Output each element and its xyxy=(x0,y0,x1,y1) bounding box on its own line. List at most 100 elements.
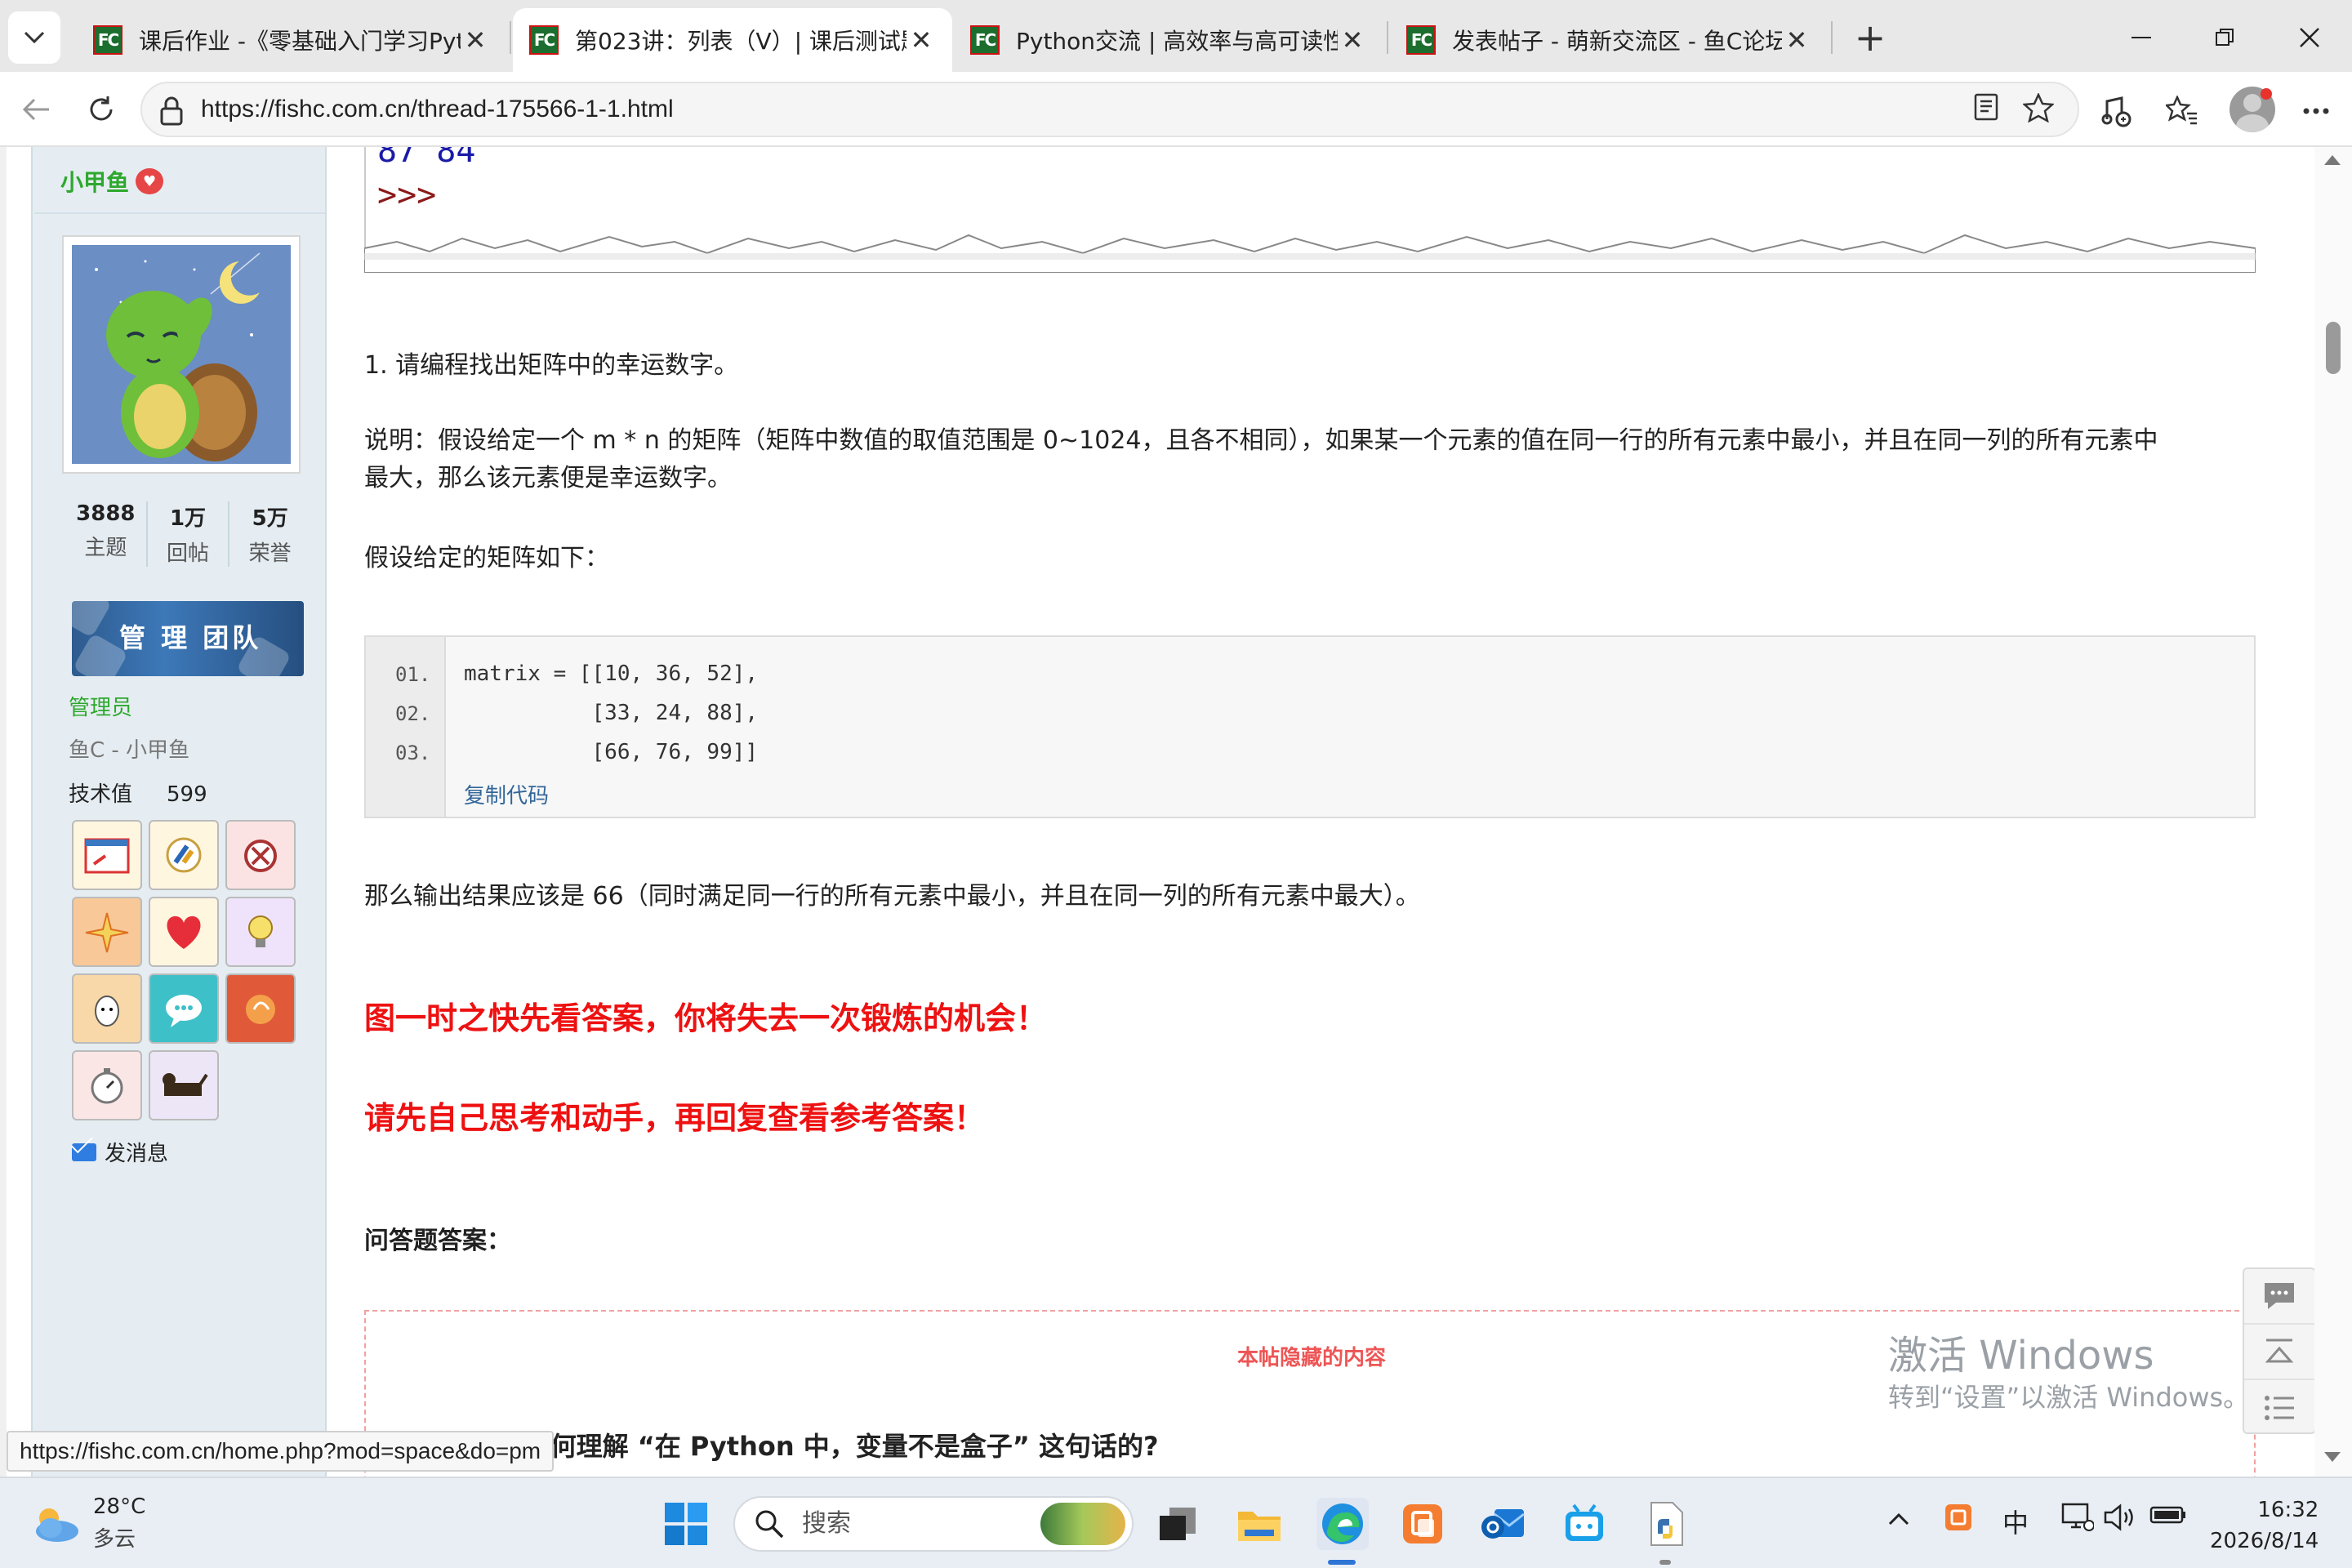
system-clock[interactable]: 16:32 2026/8/14 xyxy=(2210,1494,2319,1557)
tab-title: 课后作业 -《零基础入门学习Pyth xyxy=(139,28,461,55)
medal-heart-icon[interactable] xyxy=(149,897,219,967)
medal-lightbulb-icon[interactable] xyxy=(225,897,296,967)
code-block[interactable]: 01. 02. 03. matrix = [[10, 36, 52], [33,… xyxy=(364,635,2256,818)
author-avatar[interactable] xyxy=(62,235,301,474)
question-description-line2: 最大，那么该元素便是幸运数字。 xyxy=(364,464,732,492)
python-file-icon xyxy=(1650,1502,1683,1546)
battery-button[interactable] xyxy=(2149,1503,2187,1534)
minimize-button[interactable] xyxy=(2109,11,2174,64)
stat-topics[interactable]: 3888 主题 xyxy=(65,501,148,567)
tab-homework[interactable]: FC 课后作业 -《零基础入门学习Pyth ✕ xyxy=(77,8,506,72)
fishc-favicon-icon: FC xyxy=(1406,25,1436,55)
new-tab-button[interactable]: + xyxy=(1847,15,1893,60)
network-icon xyxy=(2061,1503,2095,1531)
close-icon[interactable]: ✕ xyxy=(906,24,936,56)
outlook-icon xyxy=(1481,1509,1525,1539)
send-message-link[interactable]: 发消息 xyxy=(72,1137,168,1167)
back-to-top-button[interactable] xyxy=(2244,1325,2314,1380)
code-line: [33, 24, 88], xyxy=(464,701,759,725)
envelope-icon xyxy=(72,1143,96,1161)
start-button[interactable] xyxy=(660,1498,712,1550)
more-menu-icon[interactable] xyxy=(2292,87,2341,136)
active-app-indicator xyxy=(1328,1560,1356,1565)
stat-replies[interactable]: 1万 回帖 xyxy=(148,501,230,567)
send-message-text: 发消息 xyxy=(105,1142,169,1166)
favorite-star-icon[interactable] xyxy=(2020,91,2056,129)
reader-mode-icon[interactable] xyxy=(1968,93,2004,129)
torn-edge-divider xyxy=(364,234,2256,273)
medal-python-icon[interactable] xyxy=(149,820,219,890)
taskbar-search[interactable]: 搜索 xyxy=(733,1496,1134,1552)
back-button[interactable] xyxy=(11,85,60,134)
clock-time: 16:32 xyxy=(2257,1498,2319,1522)
fishc-favicon-icon: FC xyxy=(970,25,1000,55)
page-scrollbar[interactable] xyxy=(2314,147,2352,1477)
tech-value-label: 技术值 xyxy=(69,782,133,807)
tab-lesson-023[interactable]: FC 第023讲：列表（V）| 课后测试题 ✕ xyxy=(513,8,952,72)
page-edge xyxy=(0,147,7,1477)
search-icon xyxy=(755,1510,784,1539)
office-button[interactable] xyxy=(1396,1498,1449,1550)
medal-chat-icon[interactable] xyxy=(149,973,219,1044)
tab-python-exchange[interactable]: FC Python交流 | 高效率与高可读性的 ✕ xyxy=(954,8,1383,72)
medal-note-icon[interactable] xyxy=(72,820,142,890)
arrow-left-icon xyxy=(22,98,49,121)
weather-widget[interactable]: 28°C 多云 xyxy=(29,1494,145,1552)
floating-toolbar xyxy=(2243,1267,2316,1434)
tab-separator xyxy=(1387,21,1388,54)
bilibili-button[interactable] xyxy=(1558,1498,1610,1550)
medal-shield-icon[interactable] xyxy=(225,820,296,890)
python-idle-button[interactable] xyxy=(1640,1498,1692,1550)
close-icon[interactable]: ✕ xyxy=(461,24,490,56)
outlook-button[interactable] xyxy=(1477,1498,1529,1550)
comment-button[interactable] xyxy=(2244,1269,2314,1325)
code-line: matrix = [[10, 36, 52], xyxy=(464,662,759,686)
post-content: 87 84 >>> 1. 请编程找出矩阵中的幸运数字。 说明：假设给定一个 m … xyxy=(364,147,2256,1477)
media-control-icon[interactable] xyxy=(2092,87,2141,136)
medal-egg-icon[interactable] xyxy=(72,973,142,1044)
thread-list-button[interactable] xyxy=(2244,1380,2314,1436)
author-role[interactable]: 管理员 xyxy=(69,691,132,721)
clock-date: 2026/8/14 xyxy=(2210,1529,2319,1553)
stat-honor[interactable]: 5万 荣誉 xyxy=(229,501,310,567)
medal-fire-icon[interactable] xyxy=(225,973,296,1044)
medal-cat-icon[interactable] xyxy=(149,1050,219,1120)
hex-decoration xyxy=(72,601,113,639)
network-button[interactable] xyxy=(2061,1503,2095,1539)
line-number: 03. xyxy=(395,742,431,764)
tab-new-post[interactable]: FC 发表帖子 - 萌新交流区 - 鱼C论坛 ✕ xyxy=(1390,8,1828,72)
scrollbar-thumb[interactable] xyxy=(2326,322,2341,374)
omnibox[interactable]: https://fishc.com.cn/thread-175566-1-1.h… xyxy=(140,82,2079,137)
restore-button[interactable] xyxy=(2192,11,2257,64)
scroll-up-arrow-icon[interactable] xyxy=(2323,152,2342,167)
search-highlight-image xyxy=(1040,1503,1125,1545)
edge-browser-button[interactable] xyxy=(1316,1498,1369,1550)
tab-actions-button[interactable] xyxy=(8,11,60,64)
copy-code-link[interactable]: 复制代码 xyxy=(464,779,549,809)
close-icon xyxy=(2300,28,2319,47)
favorites-list-icon[interactable] xyxy=(2158,87,2207,136)
show-hidden-icons-button[interactable] xyxy=(1886,1503,1911,1534)
volume-button[interactable] xyxy=(2104,1503,2136,1539)
tech-value-row: 技术值 599 xyxy=(69,777,207,808)
close-icon[interactable]: ✕ xyxy=(1782,24,1811,56)
tech-value-number: 599 xyxy=(167,782,207,807)
stat-replies-label: 回帖 xyxy=(167,541,210,566)
close-icon[interactable]: ✕ xyxy=(1338,24,1367,56)
file-explorer-button[interactable] xyxy=(1233,1498,1285,1550)
close-window-button[interactable] xyxy=(2277,11,2342,64)
medal-stopwatch-icon[interactable] xyxy=(72,1050,142,1120)
author-name-text: 小甲鱼 xyxy=(60,169,130,196)
author-name[interactable]: 小甲鱼 ♥ xyxy=(60,165,164,198)
scroll-down-arrow-icon[interactable] xyxy=(2323,1450,2342,1465)
office-tray-button[interactable] xyxy=(1944,1503,1973,1539)
refresh-icon xyxy=(90,96,113,121)
refresh-button[interactable] xyxy=(77,85,126,134)
folder-icon xyxy=(1238,1512,1281,1541)
management-team-banner[interactable]: 管 理 团队 xyxy=(72,601,304,676)
medal-sparkle-icon[interactable] xyxy=(72,897,142,967)
activate-windows-watermark: 激活 Windows xyxy=(1888,1333,2154,1379)
task-view-button[interactable] xyxy=(1152,1498,1204,1550)
ime-indicator[interactable]: 中 xyxy=(2002,1503,2029,1540)
url-text[interactable]: https://fishc.com.cn/thread-175566-1-1.h… xyxy=(201,83,674,136)
